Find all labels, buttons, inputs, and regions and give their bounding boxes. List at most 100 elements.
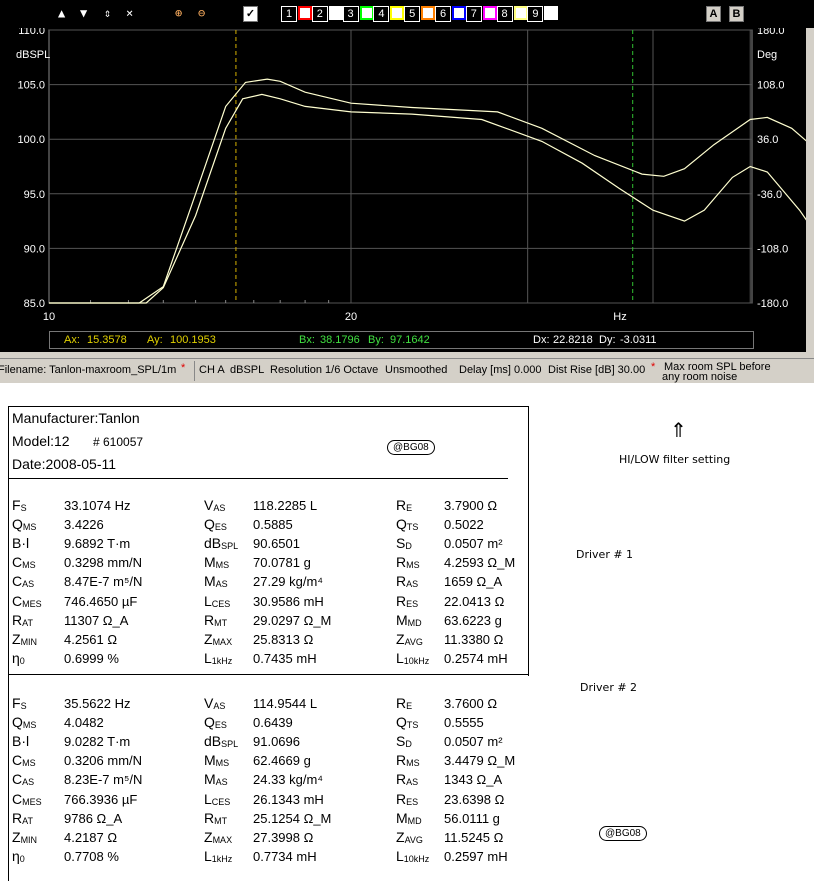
param-label: ZAVG [396,630,423,647]
param-value: 9786 Ω_A [64,810,123,826]
bg08-stamp-2: @BG08 [599,826,647,841]
param-label: MMS [204,752,230,769]
zoom-out-icon[interactable]: ⊖ [198,6,205,20]
param-label: CMES [12,790,42,807]
param-value: 0.7734 mH [253,848,317,864]
param-label: MMD [396,809,422,826]
trace-slot-2[interactable]: 2 [311,6,328,22]
param-value: 23.6398 Ω [444,791,505,807]
param-label: ZAVG [396,828,423,845]
y-tick-label: 100.0 [17,134,45,146]
channel-b-button[interactable]: B [729,6,744,22]
param-value: 30.9586 mH [253,593,324,609]
arrow-down-icon[interactable]: ▼ [80,6,87,20]
param-label: CAS [12,573,35,590]
param-value: 0.7435 mH [253,650,317,666]
trace-slot-9[interactable]: 9 [527,6,544,22]
param-label: VAS [204,497,226,513]
trace-color-6[interactable] [452,6,466,20]
channel-a-button[interactable]: A [706,6,721,22]
report-right-border [528,406,529,676]
trace-slot-7[interactable]: 7 [465,6,482,22]
trace-color-3[interactable] [359,6,374,20]
trace-color-9[interactable] [544,6,559,20]
driver2-label: Driver # 2 [580,681,638,694]
param-label: RMT [204,611,228,628]
up-arrow-icon: ⇑ [670,418,687,442]
bx-value: 38.1796 [320,334,360,346]
param-label: VAS [204,695,226,711]
param-value: 70.0781 g [253,555,311,571]
y2-tick-label: -108.0 [757,243,788,255]
analyzer-window: ▲ ▼ ⇕ ⨯ ⊕ ⊖ ✓ 1 2 3 4 5 6 7 8 9 A B 110.0 105.0 100.0 95.0 90… [0,0,814,383]
param-label: RMS [396,554,420,571]
param-value: 4.2187 Ω [64,829,118,845]
y-tick-label: 110.0 [18,28,45,37]
status-smoothing: Unsmoothed [385,364,448,376]
frequency-response-chart[interactable]: 110.0 105.0 100.0 95.0 90.0 85.0 180.0 108.0 36.… [0,28,806,352]
arrows-collapse-icon[interactable]: ⨯ [126,6,133,20]
param-label: RAS [396,573,419,590]
param-label: QES [204,516,227,533]
trace-slot-1[interactable]: 1 [281,6,297,22]
toolbar: ▲ ▼ ⇕ ⨯ ⊕ ⊖ ✓ 1 2 3 4 5 6 7 8 9 A B [0,0,814,28]
plot-frame [48,29,753,304]
trace-slot-3[interactable]: 3 [342,6,359,22]
param-label: L10kHz [396,847,430,864]
trace-color-7[interactable] [482,6,497,20]
trace-color-8[interactable] [513,6,528,20]
param-value: 62.4669 g [253,753,311,769]
report-top-border [8,406,528,407]
param-value: 3.7900 Ω [444,498,498,513]
param-value: 90.6501 [253,536,300,552]
param-value: 22.0413 Ω [444,593,505,609]
param-label: CMS [12,554,36,571]
model: Model:12 [12,433,70,449]
trace-slot-8[interactable]: 8 [496,6,513,22]
param-value: 25.8313 Ω [253,631,314,647]
driver-divider [8,674,528,675]
y2-tick-label: 180.0 [757,28,785,37]
zoom-in-icon[interactable]: ⊕ [175,6,182,20]
trace-slot-5[interactable]: 5 [404,6,421,22]
param-label: dBSPL [204,535,239,552]
param-value: 0.5022 [444,517,484,533]
param-label: B·l [12,733,30,750]
ts-parameter-report: Manufacturer:Tanlon Model:12 # 610057 Da… [0,398,814,881]
arrows-up-down-icon[interactable]: ⇕ [104,6,111,20]
param-label: RMS [396,752,420,769]
arrow-up-icon[interactable]: ▲ [58,6,65,20]
status-dist-rise: Dist Rise [dB] 30.00 [548,364,646,376]
check-toggle[interactable]: ✓ [243,6,258,22]
param-value: 29.0297 Ω_M [253,612,332,628]
param-value: 3.4479 Ω_M [444,753,516,769]
status-divider [194,361,195,381]
param-label: B·l [12,535,30,552]
param-value: 27.29 kg/m⁴ [253,574,323,590]
status-unit: dBSPL [230,364,265,376]
param-label: QTS [396,714,419,731]
status-delay: Delay [ms] 0.000 [459,364,542,376]
param-label: QMS [12,714,37,731]
dx-label: Dx: [533,334,550,346]
param-label: RAT [12,809,33,826]
param-label: CMES [12,592,42,609]
trace-slot-6[interactable]: 6 [435,6,451,22]
param-label: QES [204,714,227,731]
trace-color-1[interactable] [298,6,312,20]
trace-slot-4[interactable]: 4 [373,6,390,22]
y-tick-label: 90.0 [24,243,45,255]
param-value: 25.1254 Ω_M [253,810,332,826]
param-value: 26.1343 mH [253,791,324,807]
param-value: 11.5245 Ω [444,829,504,845]
param-value: 746.4650 µF [64,593,138,609]
trace-color-5[interactable] [421,6,436,20]
trace-color-4[interactable] [390,6,405,20]
param-value: 9.6892 T·m [64,536,131,552]
param-label: L1kHz [204,649,233,666]
trace-color-2[interactable] [328,6,343,20]
param-label: L10kHz [396,649,430,666]
cursor-readout-bar: Ax: 15.3578 Ay: 100.1953 Bx: 38.1796 By:… [49,331,754,349]
param-value: 11.3380 Ω [444,631,504,647]
dy-value: -3.0311 [620,334,657,346]
